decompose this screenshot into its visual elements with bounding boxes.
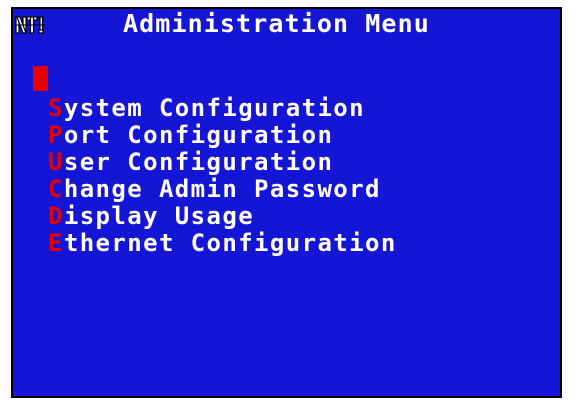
menu-item-label: ser Configuration — [63, 148, 334, 176]
menu-item-system-configuration[interactable]: System Configuration — [48, 95, 397, 122]
menu-item-label: ort Configuration — [63, 121, 334, 149]
hotkey-letter: E — [48, 229, 64, 257]
menu-item-label: ystem Configuration — [63, 94, 365, 122]
title-bar: Administration Menu — [13, 9, 560, 39]
hotkey-letter: C — [48, 175, 64, 203]
hotkey-letter: P — [48, 121, 64, 149]
menu-item-label: hange Admin Password — [63, 175, 381, 203]
hotkey-letter: D — [48, 202, 64, 230]
menu-item-ethernet-configuration[interactable]: Ethernet Configuration — [48, 230, 397, 257]
hotkey-letter: U — [48, 148, 64, 176]
menu-item-display-usage[interactable]: Display Usage — [48, 203, 397, 230]
osd-screen: Administration Menu System Configuration… — [11, 7, 562, 398]
menu-item-change-admin-password[interactable]: Change Admin Password — [48, 176, 397, 203]
admin-menu: System Configuration Port Configuration … — [48, 95, 397, 257]
nti-logo — [15, 15, 45, 35]
menu-item-user-configuration[interactable]: User Configuration — [48, 149, 397, 176]
menu-item-port-configuration[interactable]: Port Configuration — [48, 122, 397, 149]
hotkey-letter: S — [48, 94, 64, 122]
menu-item-label: isplay Usage — [63, 202, 255, 230]
text-cursor[interactable] — [33, 66, 48, 91]
window-title: Administration Menu — [123, 9, 430, 38]
menu-item-label: thernet Configuration — [63, 229, 397, 257]
